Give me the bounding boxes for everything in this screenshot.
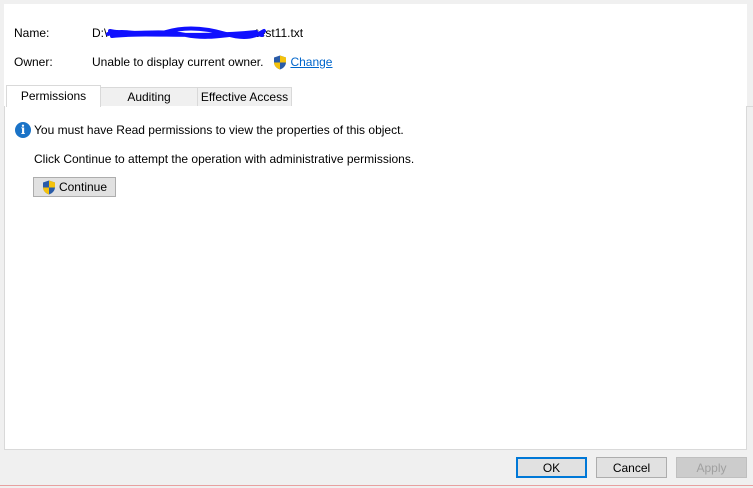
tab-permissions[interactable]: Permissions — [6, 85, 101, 107]
owner-row: Owner: Unable to display current owner. … — [14, 53, 332, 71]
uac-shield-icon — [42, 180, 56, 195]
change-owner-link[interactable]: Change — [290, 55, 332, 69]
hint-text: Click Continue to attempt the operation … — [34, 152, 415, 166]
info-message: You must have Read permissions to view t… — [34, 123, 404, 137]
tab-auditing[interactable]: Auditing — [100, 87, 198, 106]
ok-button[interactable]: OK — [516, 457, 587, 478]
continue-label: Continue — [58, 180, 108, 194]
info-icon: i — [15, 122, 31, 138]
tab-strip: Permissions Auditing Effective Access — [4, 85, 747, 107]
cancel-button[interactable]: Cancel — [596, 457, 667, 478]
bottom-border — [0, 485, 753, 486]
apply-button[interactable]: Apply — [676, 457, 747, 478]
continue-button[interactable]: Continue — [33, 177, 116, 197]
tab-content-panel: i You must have Read permissions to view… — [4, 106, 747, 450]
uac-shield-icon — [273, 55, 287, 70]
tab-effective-access[interactable]: Effective Access — [197, 87, 292, 106]
owner-label: Owner: — [14, 55, 53, 69]
name-label: Name: — [14, 26, 50, 40]
owner-value: Unable to display current owner. — [92, 55, 264, 69]
name-row: Name: D:\ test11.txt — [14, 24, 303, 42]
redaction-scribble — [106, 26, 266, 40]
object-path: D:\ test11.txt — [92, 26, 303, 40]
info-message-row: i You must have Read permissions to view… — [15, 122, 404, 138]
